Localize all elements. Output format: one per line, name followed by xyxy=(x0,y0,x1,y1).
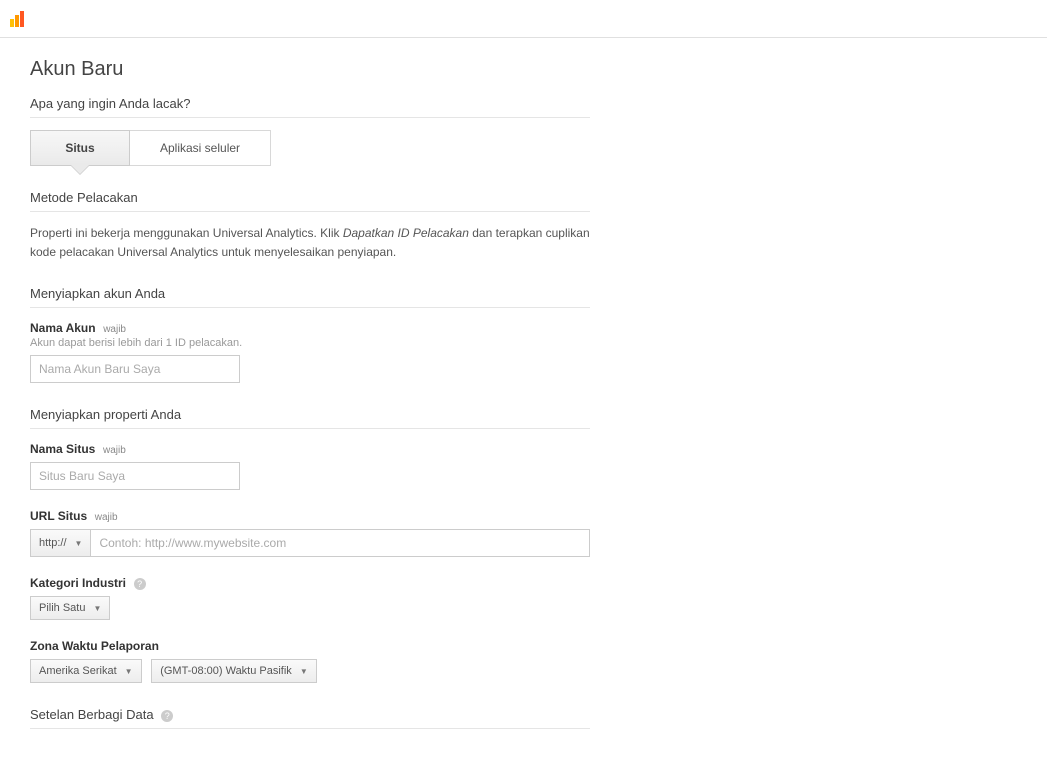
industry-field-block: Kategori Industri ? Pilih Satu ▼ xyxy=(30,575,590,620)
tab-website[interactable]: Situs xyxy=(30,130,130,166)
site-name-required: wajib xyxy=(103,445,126,456)
tracking-desc-prefix: Properti ini bekerja menggunakan Univers… xyxy=(30,226,343,240)
help-icon[interactable]: ? xyxy=(161,710,173,722)
timezone-country-dropdown[interactable]: Amerika Serikat ▼ xyxy=(30,659,142,683)
caret-down-icon: ▼ xyxy=(125,667,133,676)
industry-dropdown[interactable]: Pilih Satu ▼ xyxy=(30,596,110,620)
caret-down-icon: ▼ xyxy=(300,667,308,676)
site-url-required: wajib xyxy=(95,512,118,523)
url-protocol-dropdown[interactable]: http:// ▼ xyxy=(30,529,91,557)
tab-mobile-app[interactable]: Aplikasi seluler xyxy=(130,130,271,166)
main-content: Akun Baru Apa yang ingin Anda lacak? Sit… xyxy=(0,38,620,761)
site-url-field-block: URL Situs wajib http:// ▼ xyxy=(30,508,590,557)
timezone-label: Zona Waktu Pelaporan xyxy=(30,639,159,653)
tracking-method-heading: Metode Pelacakan xyxy=(30,190,590,212)
tracking-description: Properti ini bekerja menggunakan Univers… xyxy=(30,224,590,262)
account-name-label: Nama Akun xyxy=(30,321,96,335)
url-protocol-value: http:// xyxy=(39,537,67,549)
account-name-hint: Akun dapat berisi lebih dari 1 ID pelaca… xyxy=(30,337,590,349)
site-url-label: URL Situs xyxy=(30,509,87,523)
industry-label: Kategori Industri xyxy=(30,576,126,590)
site-name-field-block: Nama Situs wajib xyxy=(30,441,590,490)
account-setup-heading: Menyiapkan akun Anda xyxy=(30,286,590,308)
account-name-input[interactable] xyxy=(30,355,240,383)
caret-down-icon: ▼ xyxy=(93,604,101,613)
tracking-desc-em: Dapatkan ID Pelacakan xyxy=(343,226,469,240)
page-title: Akun Baru xyxy=(30,58,590,81)
site-name-label: Nama Situs xyxy=(30,442,95,456)
tab-mobile-label: Aplikasi seluler xyxy=(160,141,240,155)
timezone-value-dropdown[interactable]: (GMT-08:00) Waktu Pasifik ▼ xyxy=(151,659,317,683)
property-setup-heading: Menyiapkan properti Anda xyxy=(30,407,590,429)
data-sharing-heading-text: Setelan Berbagi Data xyxy=(30,707,154,722)
account-name-field-block: Nama Akun wajib Akun dapat berisi lebih … xyxy=(30,320,590,383)
top-bar xyxy=(0,0,1047,38)
site-url-input[interactable] xyxy=(91,529,590,557)
site-name-input[interactable] xyxy=(30,462,240,490)
industry-value: Pilih Satu xyxy=(39,602,85,614)
data-sharing-heading: Setelan Berbagi Data ? xyxy=(30,707,590,729)
timezone-country-value: Amerika Serikat xyxy=(39,665,117,677)
help-icon[interactable]: ? xyxy=(134,578,146,590)
track-type-tabs: Situs Aplikasi seluler xyxy=(30,130,590,166)
timezone-field-block: Zona Waktu Pelaporan Amerika Serikat ▼ (… xyxy=(30,638,590,683)
caret-down-icon: ▼ xyxy=(75,539,83,548)
track-question: Apa yang ingin Anda lacak? xyxy=(30,96,590,118)
analytics-logo xyxy=(10,11,24,27)
timezone-value: (GMT-08:00) Waktu Pasifik xyxy=(160,665,292,677)
tab-website-label: Situs xyxy=(65,141,94,155)
account-name-required: wajib xyxy=(103,324,126,335)
